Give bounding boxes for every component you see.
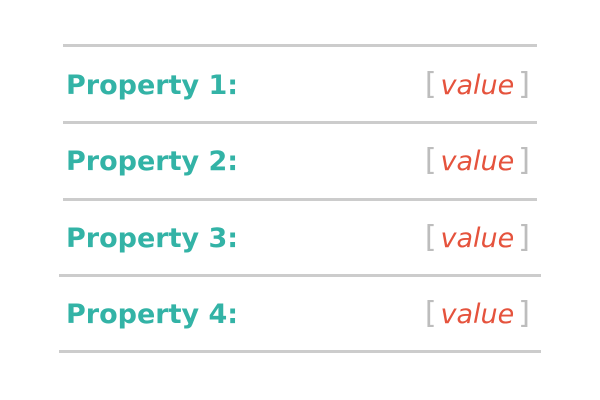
property-list: Property 1: [ value ] Property 2: [ valu… xyxy=(0,0,600,400)
property-row-2: Property 2: [ value ] xyxy=(60,124,530,198)
close-bracket: ] xyxy=(518,67,530,102)
close-bracket: ] xyxy=(518,143,530,178)
close-bracket: ] xyxy=(518,296,530,331)
divider xyxy=(59,350,541,353)
property-row-1: Property 1: [ value ] xyxy=(60,48,530,122)
open-bracket: [ xyxy=(424,143,437,178)
divider xyxy=(63,44,537,47)
property-row-4: Property 4: [ value ] xyxy=(60,277,530,351)
property-value[interactable]: value xyxy=(437,301,519,328)
close-bracket: ] xyxy=(518,220,530,255)
property-value[interactable]: value xyxy=(437,72,519,99)
property-label: Property 4: xyxy=(66,298,239,330)
property-label: Property 3: xyxy=(66,222,239,254)
property-value-field[interactable]: [ value ] xyxy=(425,223,530,253)
open-bracket: [ xyxy=(424,67,437,102)
property-label: Property 1: xyxy=(66,69,239,101)
property-value-field[interactable]: [ value ] xyxy=(425,70,530,100)
property-label: Property 2: xyxy=(66,145,239,177)
property-value[interactable]: value xyxy=(437,148,519,175)
open-bracket: [ xyxy=(424,296,437,331)
property-value[interactable]: value xyxy=(437,225,519,252)
property-value-field[interactable]: [ value ] xyxy=(425,299,530,329)
property-value-field[interactable]: [ value ] xyxy=(425,146,530,176)
property-row-3: Property 3: [ value ] xyxy=(60,201,530,275)
open-bracket: [ xyxy=(424,220,437,255)
